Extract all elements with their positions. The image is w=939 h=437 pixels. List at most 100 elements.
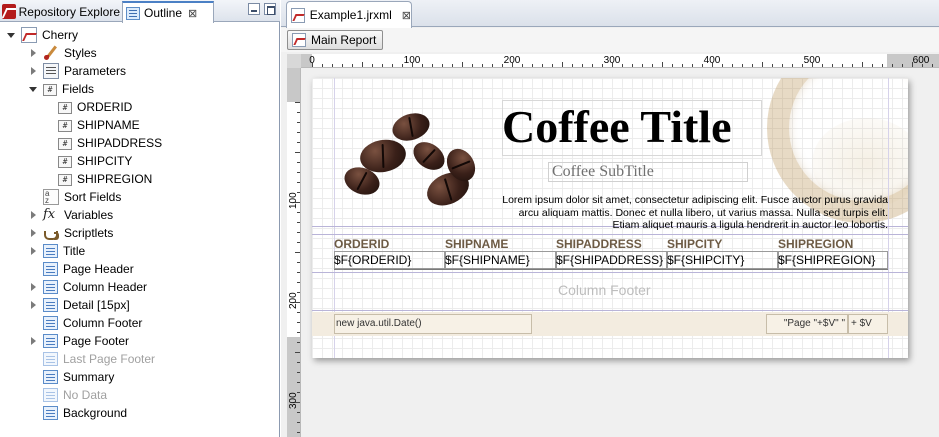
parameters-icon: [43, 63, 59, 79]
tree-item-variables[interactable]: Variables: [28, 206, 113, 224]
tree-item-field-shipaddress[interactable]: SHIPADDRESS: [58, 134, 162, 152]
expand-icon[interactable]: [28, 300, 38, 310]
ruler-tick: [295, 302, 300, 303]
coffee-beans-image[interactable]: [332, 100, 502, 225]
ruler-tick: [322, 64, 323, 67]
field-icon: [58, 173, 72, 186]
tree-item-label: Title: [63, 244, 86, 258]
column-header-shipname[interactable]: SHIPNAME: [445, 236, 508, 252]
ruler-tick: [297, 382, 300, 383]
detail-field-shipname[interactable]: $F{SHIPNAME}: [445, 252, 530, 268]
tree-item-no-data[interactable]: No Data: [28, 386, 107, 404]
tree-item-field-shipregion[interactable]: SHIPREGION: [58, 170, 152, 188]
report-icon: [292, 33, 306, 47]
column-header-orderid[interactable]: ORDERID: [334, 236, 389, 252]
footer-page-number-field[interactable]: "Page "+$V" ": [766, 314, 848, 334]
column-header-shipregion[interactable]: SHIPREGION: [778, 236, 853, 252]
expand-icon[interactable]: [28, 48, 38, 58]
detail-field-shipregion[interactable]: $F{SHIPREGION}: [778, 252, 875, 268]
detail-field-shipaddress[interactable]: $F{SHIPADDRESS}: [556, 252, 663, 268]
ruler-tick: [297, 392, 300, 393]
collapse-icon[interactable]: [6, 30, 16, 40]
tab-example-jrxml[interactable]: Example1.jrxml ⊠: [286, 1, 412, 28]
footer-date-field[interactable]: new java.util.Date(): [334, 314, 532, 334]
tree-item-page-footer[interactable]: Page Footer: [28, 332, 129, 350]
main-report-button[interactable]: Main Report: [287, 30, 384, 50]
tree-item-last-page-footer[interactable]: Last Page Footer: [28, 350, 155, 368]
expand-icon[interactable]: [28, 282, 38, 292]
close-icon[interactable]: ⊠: [402, 9, 411, 22]
footer-page-total-field[interactable]: + $V: [848, 314, 888, 334]
band-icon: [43, 298, 58, 312]
sort-fields-icon: [43, 189, 59, 205]
column-header-shipcity[interactable]: SHIPCITY: [667, 236, 722, 252]
close-icon[interactable]: ⊠: [188, 7, 197, 20]
tree-item-root[interactable]: Cherry: [6, 26, 78, 44]
tree-item-label: SHIPNAME: [77, 118, 140, 132]
ruler-label: 600: [912, 55, 930, 66]
report-subtitle[interactable]: Coffee SubTitle: [552, 163, 654, 181]
ruler-tick: [542, 64, 543, 67]
ruler-tick: [652, 64, 653, 67]
detail-field-shipcity[interactable]: $F{SHIPCITY}: [667, 252, 744, 268]
expand-icon[interactable]: [28, 228, 38, 238]
expand-icon[interactable]: [28, 336, 38, 346]
vertical-ruler: 100 200 300: [287, 68, 301, 437]
tree-item-field-shipcity[interactable]: SHIPCITY: [58, 152, 132, 170]
tree-item-column-header[interactable]: Column Header: [28, 278, 147, 296]
variables-icon: [43, 207, 59, 223]
field-icon: [58, 119, 72, 132]
ruler-tick: [297, 422, 300, 423]
band-icon: [43, 280, 58, 294]
expand-icon[interactable]: [28, 66, 38, 76]
collapse-icon[interactable]: [28, 84, 38, 94]
tree-item-field-shipname[interactable]: SHIPNAME: [58, 116, 140, 134]
ruler-tick: [792, 64, 793, 67]
ruler-tick: [297, 232, 300, 233]
ruler-tick: [522, 64, 523, 67]
ruler-tick: [297, 142, 300, 143]
tab-outline[interactable]: Outline ⊠: [122, 1, 214, 23]
report-title[interactable]: Coffee Title: [502, 99, 732, 155]
ruler-tick: [602, 64, 603, 67]
ruler-tick: [432, 64, 433, 67]
ruler-corner: [287, 54, 301, 68]
ruler-tick: [362, 62, 363, 67]
tree-item-fields[interactable]: Fields: [28, 80, 94, 98]
tree-item-title[interactable]: Title: [28, 242, 85, 260]
expand-icon[interactable]: [28, 246, 38, 256]
tree-item-parameters[interactable]: Parameters: [28, 62, 126, 80]
ruler-tick: [295, 102, 300, 103]
ruler-tick: [872, 64, 873, 67]
minimize-icon[interactable]: [248, 3, 260, 15]
ruler-tick: [742, 64, 743, 67]
column-header-shipaddress[interactable]: SHIPADDRESS: [556, 236, 642, 252]
description-text[interactable]: Lorem ipsum dolor sit amet, consectetur …: [500, 194, 888, 232]
band-icon: [43, 352, 58, 366]
expand-icon[interactable]: [28, 210, 38, 220]
ruler-tick: [592, 64, 593, 67]
main-report-label: Main Report: [311, 33, 377, 47]
tree-item-page-header[interactable]: Page Header: [28, 260, 134, 278]
ruler-tick: [297, 432, 300, 433]
tree-item-label: Summary: [63, 370, 115, 384]
styles-icon: [43, 45, 59, 61]
tree-item-column-footer[interactable]: Column Footer: [28, 314, 142, 332]
detail-field-orderid[interactable]: $F{ORDERID}: [334, 252, 411, 268]
tree-item-styles[interactable]: Styles: [28, 44, 97, 62]
maximize-icon[interactable]: [264, 3, 276, 15]
ruler-tick: [622, 64, 623, 67]
tree-item-detail[interactable]: Detail [15px]: [28, 296, 130, 314]
ruler-tick: [532, 64, 533, 67]
tree-item-scriptlets[interactable]: Scriptlets: [28, 224, 113, 242]
ruler-tick: [297, 332, 300, 333]
tab-repository-explorer[interactable]: Repository Explore: [0, 1, 120, 22]
tree-item-summary[interactable]: Summary: [28, 368, 114, 386]
ruler-tick: [512, 62, 513, 67]
tree-item-sort-fields[interactable]: Sort Fields: [28, 188, 121, 206]
tree-item-background[interactable]: Background: [28, 404, 127, 422]
report-page[interactable]: Coffee Title Coffee SubTitle Lorem ipsum…: [312, 78, 908, 358]
design-canvas[interactable]: Coffee Title Coffee SubTitle Lorem ipsum…: [301, 68, 939, 437]
tree-item-field-orderid[interactable]: ORDERID: [58, 98, 132, 116]
tree-item-label: Styles: [64, 46, 97, 60]
